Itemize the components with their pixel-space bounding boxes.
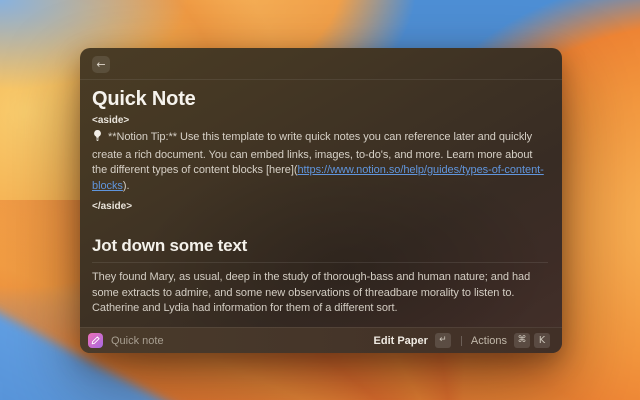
aside-close-tag: </aside> <box>92 201 548 212</box>
desktop: ← Quick Note <aside> **Notion Tip:** Use… <box>0 0 640 400</box>
actions-button[interactable]: Actions <box>471 335 507 347</box>
section-heading-jot: Jot down some text <box>92 236 548 263</box>
k-key-chip: K <box>534 333 550 348</box>
page-title: Quick Note <box>92 88 548 111</box>
edit-paper-button[interactable]: Edit Paper <box>374 335 428 347</box>
back-button[interactable]: ← <box>92 56 110 73</box>
window-header: ← <box>80 48 562 80</box>
command-key-icon: ⌘ <box>514 333 530 348</box>
footer-divider <box>461 336 462 346</box>
footer-app-label: Quick note <box>111 335 164 347</box>
arrow-left-icon: ← <box>96 58 105 71</box>
pencil-icon <box>91 336 100 345</box>
quick-note-app-icon <box>88 333 103 348</box>
lightbulb-icon <box>92 129 103 148</box>
quick-note-window: ← Quick Note <aside> **Notion Tip:** Use… <box>80 48 562 353</box>
aside-open-tag: <aside> <box>92 115 548 126</box>
return-key-icon: ↵ <box>435 333 451 348</box>
notion-tip-paragraph: **Notion Tip:** Use this template to wri… <box>92 129 548 194</box>
footer-bar: Quick note Edit Paper ↵ Actions ⌘ K <box>80 327 562 353</box>
section-body-text: They found Mary, as usual, deep in the s… <box>92 270 548 317</box>
tip-suffix: ). <box>123 180 130 192</box>
note-content[interactable]: Quick Note <aside> **Notion Tip:** Use t… <box>80 80 562 327</box>
